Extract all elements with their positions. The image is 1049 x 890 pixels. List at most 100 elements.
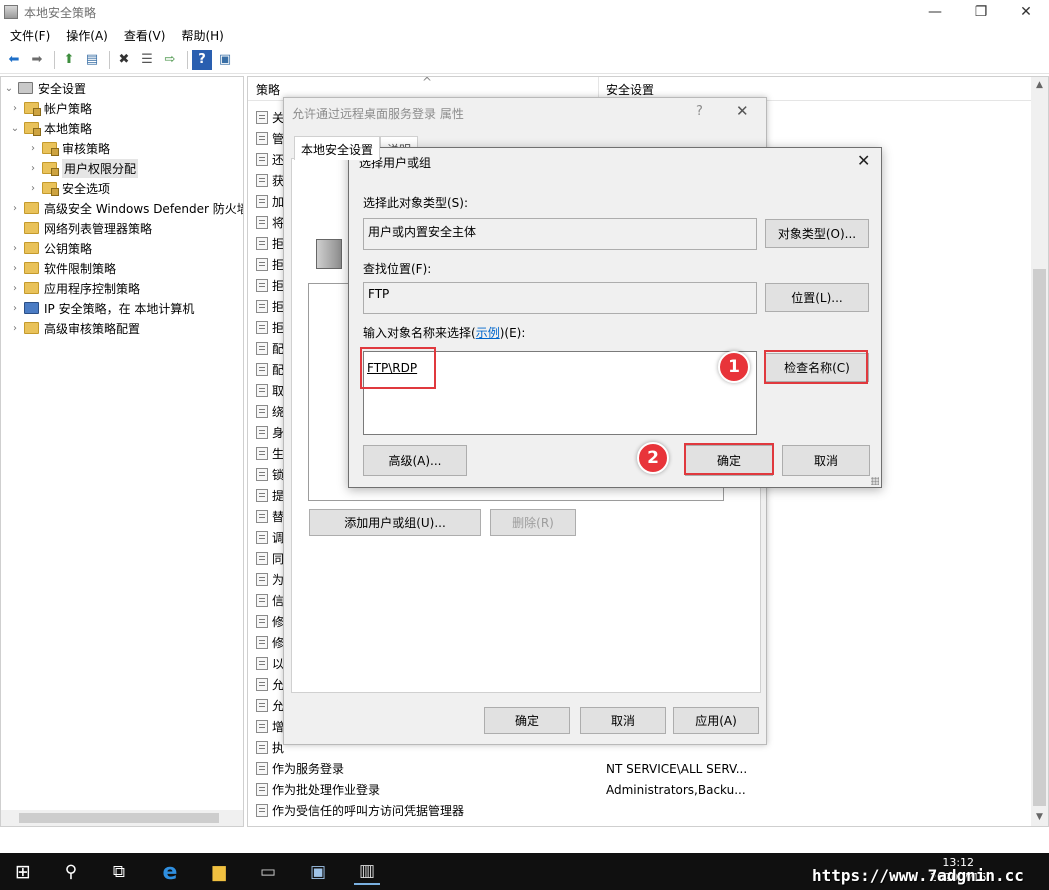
table-row[interactable]: 信 bbox=[256, 590, 284, 611]
remove-button[interactable]: 删除(R) bbox=[490, 509, 576, 536]
table-row[interactable]: 拒 bbox=[256, 317, 284, 338]
tree-item-security-options[interactable]: › 安全选项 bbox=[27, 178, 110, 198]
table-row[interactable]: 作为服务登录 NT SERVICE\ALL SERV... bbox=[256, 758, 747, 779]
tree-item-windows-defender-firewall[interactable]: › 高级安全 Windows Defender 防火墙 bbox=[9, 198, 243, 218]
close-icon[interactable]: ✕ bbox=[857, 151, 870, 170]
table-row[interactable]: 拒 bbox=[256, 254, 284, 275]
forward-icon[interactable]: ➡ bbox=[27, 50, 47, 70]
table-row[interactable]: 为 bbox=[256, 569, 284, 590]
table-row[interactable]: 替 bbox=[256, 506, 284, 527]
console-icon[interactable]: ▣ bbox=[215, 50, 235, 70]
chevron-right-icon[interactable]: › bbox=[9, 103, 21, 114]
cmd-icon[interactable]: ▭ bbox=[255, 859, 281, 885]
table-row[interactable]: 以 bbox=[256, 653, 284, 674]
column-header-setting[interactable]: 安全设置 bbox=[606, 81, 654, 98]
tree-item-ip-security[interactable]: › IP 安全策略，在 本地计算机 bbox=[9, 298, 194, 318]
table-row[interactable]: 允 bbox=[256, 695, 284, 716]
table-row[interactable]: 调 bbox=[256, 527, 284, 548]
file-explorer-icon[interactable]: ▆ bbox=[206, 859, 232, 885]
locations-button[interactable]: 位置(L)... bbox=[765, 283, 869, 312]
export-icon[interactable]: ⇨ bbox=[160, 50, 180, 70]
scroll-up-icon[interactable]: ▲ bbox=[1031, 77, 1048, 94]
table-row[interactable]: 增 bbox=[256, 716, 284, 737]
menu-file[interactable]: 文件(F) bbox=[4, 27, 56, 44]
server-manager-icon[interactable]: ▣ bbox=[305, 859, 331, 885]
chevron-right-icon[interactable]: › bbox=[9, 263, 21, 274]
chevron-right-icon[interactable]: › bbox=[9, 243, 21, 254]
minimize-button[interactable]: — bbox=[912, 0, 958, 24]
up-folder-icon[interactable]: ⬆ bbox=[59, 50, 79, 70]
table-row[interactable]: 还 bbox=[256, 149, 284, 170]
select-cancel-button[interactable]: 取消 bbox=[782, 445, 870, 476]
chevron-right-icon[interactable]: › bbox=[27, 143, 39, 154]
chevron-right-icon[interactable]: › bbox=[9, 323, 21, 334]
tree-item-user-rights-assignment[interactable]: › 用户权限分配 bbox=[27, 158, 139, 178]
back-icon[interactable]: ⬅ bbox=[4, 50, 24, 70]
props-ok-button[interactable]: 确定 bbox=[484, 707, 570, 734]
expanded-chevron-icon[interactable]: ⌄ bbox=[9, 123, 21, 134]
chevron-right-icon[interactable]: › bbox=[9, 303, 21, 314]
table-row[interactable]: 拒 bbox=[256, 275, 284, 296]
table-row[interactable]: 加 bbox=[256, 191, 284, 212]
tree-item-app-control[interactable]: › 应用程序控制策略 bbox=[9, 278, 140, 298]
object-types-button[interactable]: 对象类型(O)... bbox=[765, 219, 869, 248]
tree-item-software-restriction[interactable]: › 软件限制策略 bbox=[9, 258, 116, 278]
add-user-or-group-button[interactable]: 添加用户或组(U)... bbox=[309, 509, 481, 536]
props-apply-button[interactable]: 应用(A) bbox=[673, 707, 759, 734]
table-row[interactable]: 管 bbox=[256, 128, 284, 149]
table-row[interactable]: 生 bbox=[256, 443, 284, 464]
table-row[interactable]: 拒 bbox=[256, 233, 284, 254]
table-row[interactable]: 提 bbox=[256, 485, 284, 506]
search-icon[interactable]: ⚲ bbox=[58, 859, 84, 885]
table-row[interactable]: 将 bbox=[256, 212, 284, 233]
menu-action[interactable]: 操作(A) bbox=[60, 27, 114, 44]
tree-item-audit-policy[interactable]: › 审核策略 bbox=[27, 138, 110, 158]
table-row[interactable]: 配 bbox=[256, 359, 284, 380]
scrollbar-thumb[interactable] bbox=[1033, 269, 1046, 806]
tree-item-network-list-manager[interactable]: 网络列表管理器策略 bbox=[9, 218, 152, 238]
scrollbar-thumb[interactable] bbox=[19, 813, 219, 823]
tree-item-advanced-audit[interactable]: › 高级审核策略配置 bbox=[9, 318, 140, 338]
table-row[interactable]: 执 bbox=[256, 737, 284, 758]
show-tree-icon[interactable]: ▤ bbox=[82, 50, 102, 70]
properties-icon[interactable]: ☰ bbox=[137, 50, 157, 70]
column-header-policy[interactable]: 策略 bbox=[256, 81, 280, 98]
tree-horizontal-scrollbar[interactable] bbox=[1, 810, 243, 826]
table-row[interactable]: 修 bbox=[256, 632, 284, 653]
table-row[interactable]: 绕 bbox=[256, 401, 284, 422]
tree-item-security-settings[interactable]: ⌄ 安全设置 bbox=[3, 78, 86, 98]
chevron-right-icon[interactable]: › bbox=[9, 203, 21, 214]
tree-item-account-policies[interactable]: › 帐户策略 bbox=[9, 98, 92, 118]
help-icon[interactable]: ? bbox=[192, 49, 212, 70]
local-security-policy-icon[interactable]: ▥ bbox=[354, 859, 380, 885]
tab-local-security-setting[interactable]: 本地安全设置 bbox=[294, 136, 381, 160]
chevron-right-icon[interactable]: › bbox=[27, 183, 39, 194]
windows-start-icon[interactable]: ⊞ bbox=[10, 859, 36, 885]
table-row[interactable]: 作为受信任的呼叫方访问凭据管理器 bbox=[256, 800, 464, 821]
props-cancel-button[interactable]: 取消 bbox=[580, 707, 666, 734]
table-row[interactable]: 取 bbox=[256, 380, 284, 401]
help-icon[interactable]: ? bbox=[696, 104, 703, 119]
properties-close-button[interactable]: ✕ bbox=[736, 102, 749, 120]
table-row[interactable]: 作为批处理作业登录 Administrators,Backu... bbox=[256, 779, 746, 800]
examples-link[interactable]: 示例 bbox=[476, 326, 500, 340]
table-row[interactable]: 配 bbox=[256, 338, 284, 359]
chevron-right-icon[interactable]: › bbox=[27, 163, 39, 174]
table-row[interactable]: 获 bbox=[256, 170, 284, 191]
table-row[interactable]: 关 bbox=[256, 107, 284, 128]
menu-help[interactable]: 帮助(H) bbox=[175, 27, 229, 44]
task-view-icon[interactable]: ⧉ bbox=[106, 859, 132, 885]
ie-icon[interactable]: e bbox=[157, 859, 183, 885]
close-button[interactable]: ✕ bbox=[1003, 0, 1049, 24]
table-row[interactable]: 允 bbox=[256, 674, 284, 695]
table-row[interactable]: 锁 bbox=[256, 464, 284, 485]
resize-grip-icon[interactable] bbox=[871, 477, 879, 485]
delete-icon[interactable]: ✖ bbox=[114, 50, 134, 70]
table-row[interactable]: 修 bbox=[256, 611, 284, 632]
expanded-chevron-icon[interactable]: ⌄ bbox=[3, 83, 15, 94]
maximize-button[interactable]: ❐ bbox=[958, 0, 1004, 24]
list-vertical-scrollbar[interactable]: ▲ ▼ bbox=[1031, 77, 1048, 826]
advanced-button[interactable]: 高级(A)... bbox=[363, 445, 467, 476]
tree-item-local-policies[interactable]: ⌄ 本地策略 bbox=[9, 118, 92, 138]
table-row[interactable]: 身 bbox=[256, 422, 284, 443]
